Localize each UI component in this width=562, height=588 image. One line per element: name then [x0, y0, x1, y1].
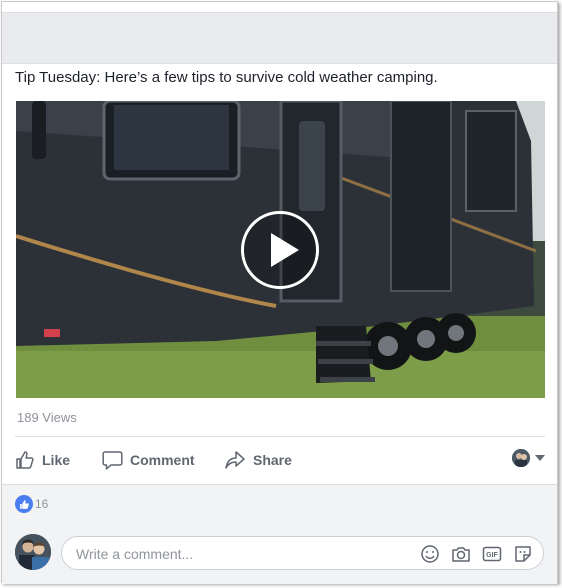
sticker-icon[interactable]: [513, 544, 533, 564]
comment-label: Comment: [130, 452, 195, 468]
thumbs-up-icon: [16, 451, 34, 469]
gif-icon[interactable]: GIF: [482, 544, 502, 564]
play-icon: [271, 233, 299, 267]
comment-input[interactable]: [74, 544, 408, 564]
divider: [15, 436, 545, 437]
video-player[interactable]: [16, 101, 545, 398]
post-card: Tip Tuesday: Here’s a few tips to surviv…: [1, 1, 558, 584]
chevron-down-icon: [535, 455, 545, 461]
smiley-icon[interactable]: [420, 544, 440, 564]
speech-bubble-icon: [102, 451, 123, 470]
share-button[interactable]: Share: [224, 446, 292, 474]
share-label: Share: [253, 452, 292, 468]
play-button[interactable]: [241, 211, 319, 289]
video-view-count: 189 Views: [17, 410, 77, 425]
like-reaction-icon: [15, 495, 33, 513]
reactions-bar: 16: [2, 484, 557, 523]
avatar: [512, 449, 530, 467]
reaction-count: 16: [35, 497, 49, 511]
share-arrow-icon: [225, 451, 245, 469]
reaction-summary[interactable]: 16: [15, 495, 48, 513]
comment-button[interactable]: Comment: [102, 446, 195, 474]
comment-composer: GIF: [2, 522, 557, 584]
like-label: Like: [42, 452, 71, 468]
post-header-bar: [2, 12, 557, 64]
svg-text:GIF: GIF: [486, 552, 498, 559]
comment-box: GIF: [61, 536, 544, 570]
post-text: Tip Tuesday: Here’s a few tips to surviv…: [15, 69, 438, 86]
post-actions: Like Comment Share: [15, 446, 545, 474]
like-button[interactable]: Like: [15, 446, 70, 474]
post-as-selector[interactable]: [512, 449, 545, 467]
camera-icon[interactable]: [451, 544, 471, 564]
avatar[interactable]: [15, 534, 51, 570]
